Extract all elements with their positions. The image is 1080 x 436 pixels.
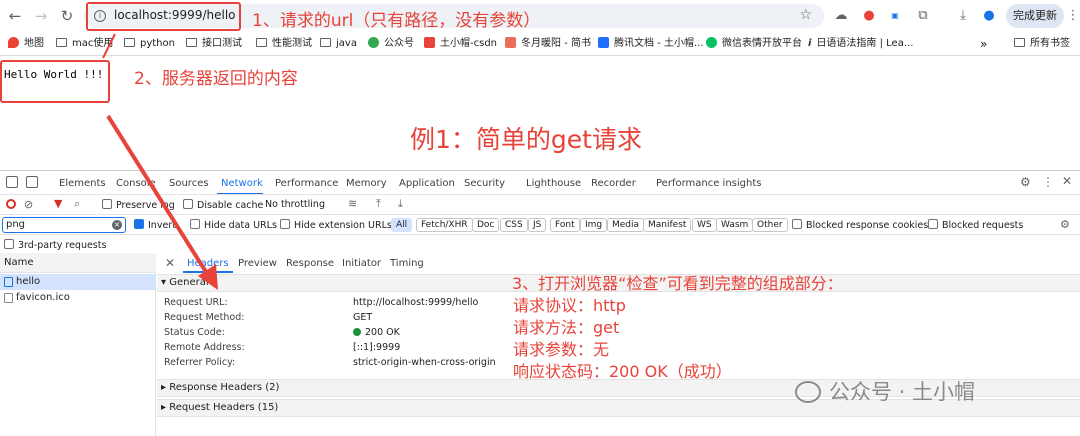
screenshot-root: ← → ↻ i localhost:9999/hello ☆ ☁ ● ▣ ⧉ ⤓… <box>0 0 1080 436</box>
annotation-arrows <box>102 33 218 290</box>
arrow-line <box>106 114 208 274</box>
wechat-logo-icon <box>795 381 821 403</box>
arrow-line-small <box>102 33 116 59</box>
arrow-head <box>198 264 218 290</box>
watermark: 公众号 · 土小帽 <box>795 376 975 406</box>
